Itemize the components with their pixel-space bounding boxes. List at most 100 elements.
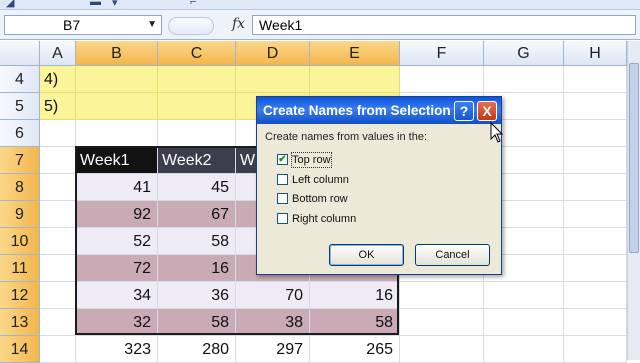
fill-dropdown-icon[interactable]: ▾	[112, 0, 118, 9]
name-box-dropdown-icon[interactable]: ▼	[147, 16, 157, 34]
cell-h7[interactable]	[564, 147, 627, 174]
cell-g13[interactable]	[484, 309, 564, 336]
cell-b6[interactable]	[76, 120, 158, 147]
cell-h9[interactable]	[564, 201, 627, 228]
cell-a8[interactable]	[40, 174, 76, 201]
checkbox-top-row-label[interactable]: Top row	[291, 152, 332, 168]
cell-c11[interactable]: 16	[158, 255, 236, 282]
column-header-d[interactable]: D	[236, 41, 310, 66]
column-header-f[interactable]: F	[400, 41, 484, 66]
checkbox-left-column[interactable]: Left column	[277, 173, 477, 189]
cell-b10[interactable]: 52	[76, 228, 158, 255]
cell-h5[interactable]	[564, 93, 627, 120]
cell-h11[interactable]	[564, 255, 627, 282]
column-header-a[interactable]: A	[40, 41, 76, 66]
cell-b8[interactable]: 41	[76, 174, 158, 201]
cell-a6[interactable]	[40, 120, 76, 147]
ok-button[interactable]: OK	[329, 244, 404, 266]
checkbox-right-column-label[interactable]: Right column	[292, 212, 356, 226]
cell-c5[interactable]	[158, 93, 236, 120]
cell-d12[interactable]: 70	[236, 282, 310, 309]
cell-e14[interactable]: 265	[310, 336, 400, 363]
cell-b4[interactable]	[76, 66, 158, 93]
insert-function-icon[interactable]: fx	[232, 16, 245, 32]
row-header-12[interactable]: 12	[0, 282, 40, 309]
row-header-4[interactable]: 4	[0, 66, 40, 93]
cell-e12[interactable]: 16	[310, 282, 400, 309]
cell-g4[interactable]	[484, 66, 564, 93]
column-header-e[interactable]: E	[310, 41, 400, 66]
checkbox-right-column-box[interactable]	[277, 213, 288, 224]
row-header-6[interactable]: 6	[0, 120, 40, 147]
cell-g12[interactable]	[484, 282, 564, 309]
name-box[interactable]: B7 ▼	[4, 15, 162, 35]
cell-h12[interactable]	[564, 282, 627, 309]
checkbox-bottom-row-label[interactable]: Bottom row	[292, 192, 348, 206]
cell-a9[interactable]	[40, 201, 76, 228]
cell-c10[interactable]: 58	[158, 228, 236, 255]
column-header-h[interactable]: H	[564, 41, 627, 66]
formula-input[interactable]: Week1	[252, 15, 636, 35]
checkbox-bottom-row[interactable]: Bottom row	[277, 192, 477, 208]
cell-b9[interactable]: 92	[76, 201, 158, 228]
cell-f14[interactable]	[400, 336, 484, 363]
cell-d4[interactable]	[236, 66, 310, 93]
cell-d13[interactable]: 38	[236, 309, 310, 336]
cell-c6[interactable]	[158, 120, 236, 147]
cell-d14[interactable]: 297	[236, 336, 310, 363]
checkbox-top-row-box[interactable]: ✔	[277, 154, 288, 165]
row-header-7[interactable]: 7	[0, 147, 40, 174]
row-header-11[interactable]: 11	[0, 255, 40, 282]
row-header-9[interactable]: 9	[0, 201, 40, 228]
cell-h4[interactable]	[564, 66, 627, 93]
cell-g14[interactable]	[484, 336, 564, 363]
cell-h6[interactable]	[564, 120, 627, 147]
checkbox-bottom-row-box[interactable]	[277, 193, 288, 204]
cell-c9[interactable]: 67	[158, 201, 236, 228]
cell-a14[interactable]	[40, 336, 76, 363]
cell-h10[interactable]	[564, 228, 627, 255]
cell-b5[interactable]	[76, 93, 158, 120]
cell-e13[interactable]: 58	[310, 309, 400, 336]
cell-c12[interactable]: 36	[158, 282, 236, 309]
checkbox-right-column[interactable]: Right column	[277, 212, 477, 228]
row-header-14[interactable]: 14	[0, 336, 40, 363]
cell-h14[interactable]	[564, 336, 627, 363]
ribbon-icon[interactable]: ⌐	[190, 0, 196, 8]
quick-access-icon[interactable]: ◢	[6, 0, 14, 9]
row-header-10[interactable]: 10	[0, 228, 40, 255]
scrollbar-thumb[interactable]	[629, 63, 639, 253]
cell-b13[interactable]: 32	[76, 309, 158, 336]
cell-b12[interactable]: 34	[76, 282, 158, 309]
cell-f13[interactable]	[400, 309, 484, 336]
cell-f4[interactable]	[400, 66, 484, 93]
close-button[interactable]: X	[477, 101, 497, 121]
column-header-c[interactable]: C	[158, 41, 236, 66]
cell-f12[interactable]	[400, 282, 484, 309]
checkbox-left-column-box[interactable]	[277, 174, 288, 185]
help-button[interactable]: ?	[454, 101, 474, 121]
checkbox-top-row[interactable]: ✔ Top row	[277, 152, 477, 169]
cell-c13[interactable]: 58	[158, 309, 236, 336]
checkbox-left-column-label[interactable]: Left column	[292, 173, 349, 187]
cell-b14[interactable]: 323	[76, 336, 158, 363]
column-header-b[interactable]: B	[76, 41, 158, 66]
cell-c8[interactable]: 45	[158, 174, 236, 201]
cell-e4[interactable]	[310, 66, 400, 93]
formula-cancel-enter-buttons[interactable]	[168, 17, 214, 35]
row-header-5[interactable]: 5	[0, 93, 40, 120]
cell-h13[interactable]	[564, 309, 627, 336]
cell-a12[interactable]	[40, 282, 76, 309]
cell-c7[interactable]: Week2	[158, 147, 236, 174]
cell-a4[interactable]: 4)	[40, 66, 76, 93]
select-all-corner[interactable]	[0, 41, 40, 66]
cell-a10[interactable]	[40, 228, 76, 255]
row-header-8[interactable]: 8	[0, 174, 40, 201]
cell-a5[interactable]: 5)	[40, 93, 76, 120]
cell-b7[interactable]: Week1	[76, 147, 158, 174]
font-color-icon[interactable]: ▬	[90, 0, 101, 8]
cell-a13[interactable]	[40, 309, 76, 336]
column-header-g[interactable]: G	[484, 41, 564, 66]
cell-a7[interactable]	[40, 147, 76, 174]
cancel-button[interactable]: Cancel	[415, 244, 490, 266]
